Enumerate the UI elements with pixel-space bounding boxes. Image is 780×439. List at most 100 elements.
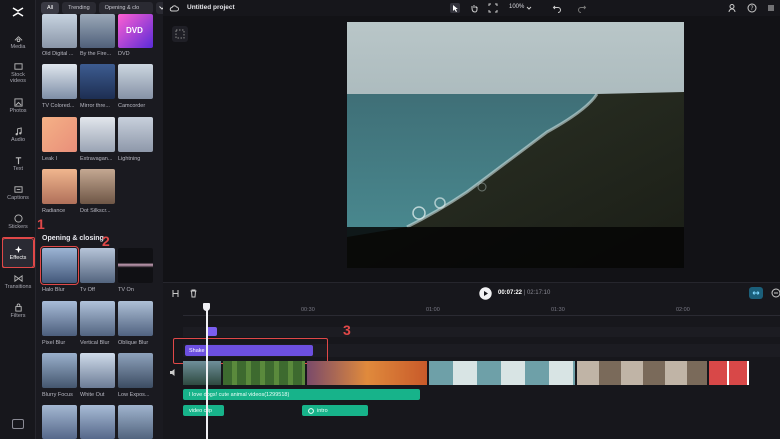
zoom-out-icon[interactable] [771,288,780,298]
nav-media[interactable]: Media [2,28,34,56]
effect-leak-thumb[interactable] [42,117,77,152]
user-settings-icon[interactable] [728,3,738,13]
chevron-down-icon[interactable] [524,3,534,13]
video-clip-sunset[interactable] [307,361,427,385]
effect-label: Low Expos... [118,392,150,398]
filter-opening-closing[interactable]: Opening & clo [98,2,153,14]
fit-screen-icon[interactable] [488,3,498,13]
nav-photos[interactable]: Photos [2,92,34,120]
video-clip-sea[interactable] [429,361,575,385]
effect-white-out-thumb[interactable] [80,353,115,388]
stickers-icon [13,214,23,223]
filters-icon [14,303,22,312]
stock-videos-icon [13,63,23,70]
menu-icon[interactable] [766,3,776,13]
cloud-icon[interactable] [169,3,179,13]
video-clip-coast[interactable] [183,361,221,385]
effect-tv-on-thumb[interactable] [118,248,153,283]
nav-stock-videos[interactable]: Stock videos [2,57,34,89]
effect-dot-silkscreen-thumb[interactable] [80,169,115,204]
effect-tv-colored-thumb[interactable] [42,64,77,99]
effect-lightning-thumb[interactable] [118,117,153,152]
effect-camcorder-thumb[interactable] [118,64,153,99]
zoom-level[interactable]: 100% [509,4,524,10]
effect-old-digital-thumb[interactable] [42,14,77,48]
crop-frame-button[interactable] [172,26,188,42]
effect-pixel-blur-thumb[interactable] [42,301,77,336]
filter-more-button[interactable] [155,2,163,14]
effect-label: White Out [80,392,105,398]
left-nav-rail: Media Stock videos Photos Audio Text Cap… [0,0,36,439]
annotation-number: 2 [102,233,110,249]
voice-clip[interactable]: video clip [183,405,224,416]
effect-by-the-fire-thumb[interactable] [80,14,115,48]
nav-transitions[interactable]: Transitions [2,268,34,296]
effect-tv-off-thumb[interactable] [80,248,115,283]
app-logo-icon[interactable] [11,6,25,18]
photos-icon [13,98,23,107]
effect-oblique-blur-thumb[interactable] [118,301,153,336]
nav-captions[interactable]: Captions [2,179,34,207]
play-button[interactable] [479,287,492,300]
effect-label: Blurry Focus [42,392,73,398]
effect-thumb[interactable] [80,405,115,439]
effect-extravagant-thumb[interactable] [80,117,115,152]
audio-clip[interactable]: I love dogs! cute animal videos(1299518) [183,389,420,400]
effect-halo-blur-thumb[interactable] [40,246,79,285]
redo-icon[interactable] [577,3,587,13]
nav-text[interactable]: Text [2,150,34,178]
select-pointer-icon[interactable] [450,3,460,13]
video-clip-red[interactable] [709,361,749,385]
split-icon[interactable] [171,289,180,298]
effect-label: TV Colored... [42,103,75,109]
effect-low-exposure-thumb[interactable] [118,353,153,388]
nav-audio[interactable]: Audio [2,121,34,149]
effect-keyframe-handle[interactable] [207,327,217,336]
top-bar: Untitled project 100% ? [163,0,780,16]
transitions-icon [13,274,23,282]
volume-icon[interactable] [169,368,178,377]
effect-label: Oblique Blur [118,340,149,346]
filter-trending[interactable]: Trending [62,2,96,14]
video-preview[interactable] [347,22,684,268]
snap-toggle[interactable] [749,287,763,299]
crop-icon [175,29,185,39]
filter-all[interactable]: All [41,2,60,14]
effect-label: Tv Off [80,287,95,293]
project-title[interactable]: Untitled project [187,4,235,11]
undo-icon[interactable] [552,3,562,13]
effect-thumb[interactable] [118,405,153,439]
effect-label: Halo Blur [42,287,65,293]
nav-stickers[interactable]: Stickers [2,208,34,236]
effect-vertical-blur-thumb[interactable] [80,301,115,336]
effect-label: Pixel Blur [42,340,66,346]
effect-label: Camcorder [118,103,146,109]
video-track[interactable] [183,361,780,385]
playhead[interactable] [206,305,208,439]
hand-icon[interactable] [469,3,479,13]
preview-area [163,16,780,282]
music-icon [308,407,314,414]
audio-icon [15,127,22,136]
track-effect-marker [183,327,780,337]
annotation-number: 3 [343,322,351,338]
intro-clip[interactable]: intro [302,405,368,416]
effect-label: DVD [118,51,130,57]
effect-dvd-thumb[interactable]: DVD [118,14,153,48]
nav-filters[interactable]: Filters [2,297,34,325]
effect-mirror-thumb[interactable] [80,64,115,99]
effect-blurry-focus-thumb[interactable] [42,353,77,388]
video-clip-forest[interactable] [223,361,305,385]
trash-icon[interactable] [189,289,198,298]
ruler-line [183,315,780,316]
effect-label: Dot Silkscr... [80,208,111,214]
effect-label: Leak I [42,156,57,162]
help-icon[interactable]: ? [747,3,757,13]
video-clip-dogs[interactable] [577,361,707,385]
text-icon [15,156,21,164]
effect-radiance-thumb[interactable] [42,169,77,204]
effect-thumb[interactable] [42,405,77,439]
highlight-box-effects-nav [2,237,35,268]
keyboard-icon[interactable] [12,419,24,429]
timecode: 00:07:22 | 02:17:10 [498,290,551,296]
